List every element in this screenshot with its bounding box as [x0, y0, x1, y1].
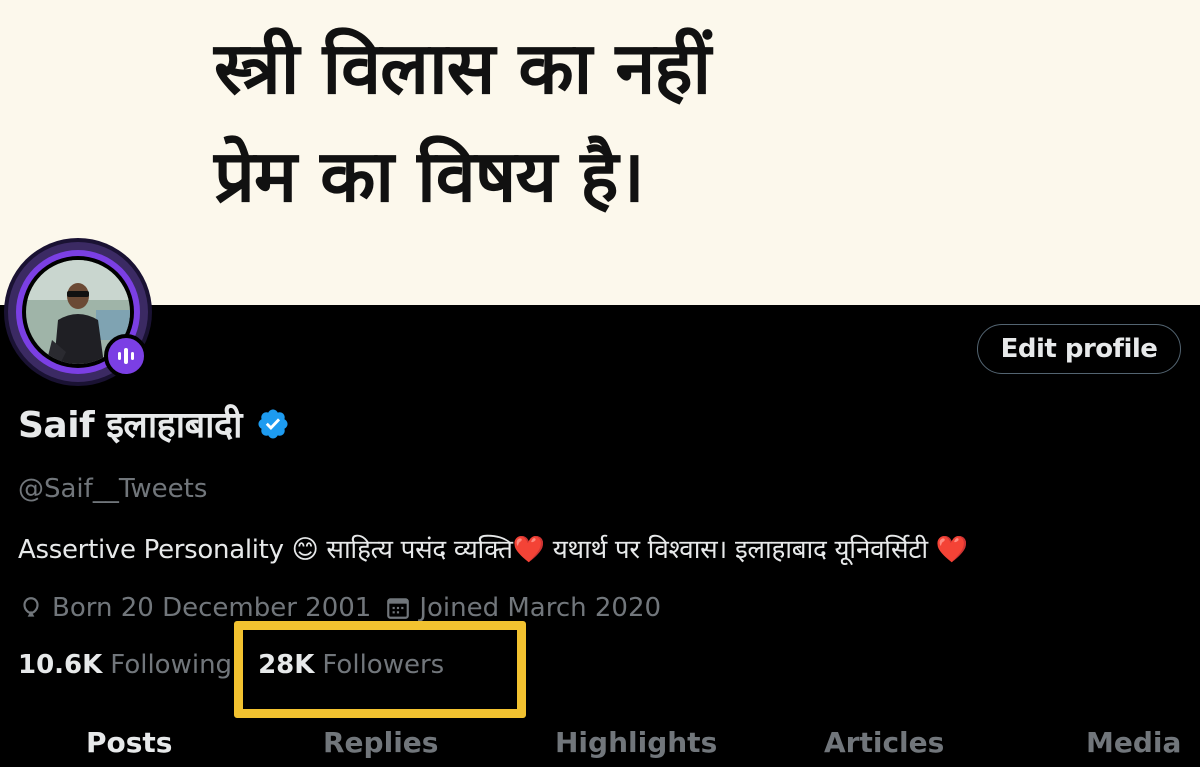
- birthday: Born 20 December 2001: [18, 593, 371, 623]
- user-handle: @Saif__Tweets: [18, 474, 208, 504]
- profile-meta: Born 20 December 2001 Joined March 2020: [18, 593, 661, 623]
- following-count: 10.6K: [18, 650, 103, 680]
- edit-profile-button[interactable]: Edit profile: [977, 324, 1181, 374]
- join-date: Joined March 2020: [385, 593, 661, 623]
- tab-replies[interactable]: Replies: [323, 726, 438, 759]
- audio-space-icon[interactable]: [104, 334, 148, 378]
- tab-highlights[interactable]: Highlights: [555, 726, 717, 759]
- avatar[interactable]: [8, 242, 148, 382]
- bio: Assertive Personality 😊 साहित्य पसंद व्य…: [18, 535, 968, 565]
- following-label: Following: [110, 650, 233, 680]
- banner-text-line-1: स्त्री विलास का नहीं: [214, 26, 711, 110]
- verified-badge-icon[interactable]: [256, 407, 290, 441]
- profile-tabs: Posts Replies Highlights Articles Media: [0, 722, 1200, 767]
- header-banner[interactable]: स्त्री विलास का नहीं प्रेम का विषय है।: [0, 0, 1200, 305]
- tab-media[interactable]: Media: [1086, 726, 1181, 759]
- display-name: Saif इलाहाबादी: [18, 405, 242, 446]
- birthday-text: Born 20 December 2001: [52, 593, 372, 623]
- tab-articles[interactable]: Articles: [824, 726, 944, 759]
- banner-text-line-2: प्रेम का विषय है।: [214, 134, 645, 218]
- name-row: Saif इलाहाबादी: [18, 399, 290, 448]
- following-link[interactable]: 10.6K Following: [18, 650, 232, 680]
- calendar-icon: [387, 598, 410, 619]
- join-date-text: Joined March 2020: [419, 593, 662, 623]
- followers-highlight-box: [234, 621, 526, 718]
- tab-posts[interactable]: Posts: [86, 726, 172, 759]
- balloon-icon: [23, 597, 39, 617]
